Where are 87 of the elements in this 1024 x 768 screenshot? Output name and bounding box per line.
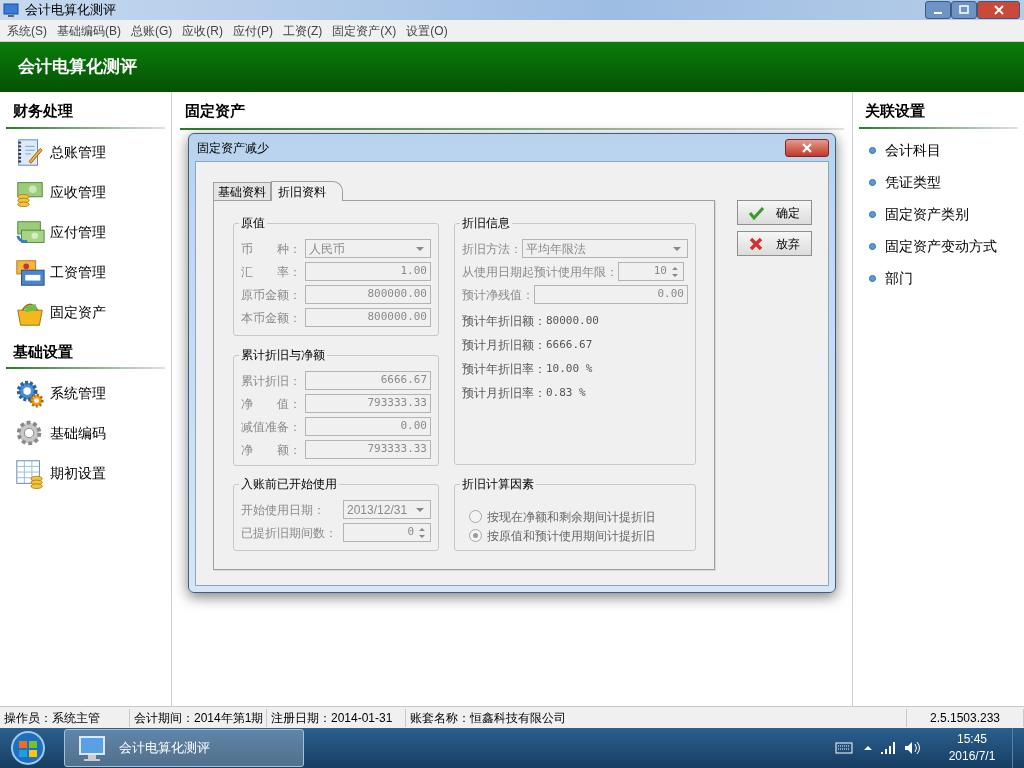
section-heading: 关联设置 [864,101,926,121]
dialog-button[interactable]: 确定 [737,200,812,225]
field-label: 已提折旧期间数： [241,524,338,542]
field-label: 预计月折旧率： [462,385,546,402]
radio-label: 按原值和预计使用期间计提折旧 [487,527,655,545]
start-button[interactable] [10,730,46,766]
group-title: 折旧信息 [460,216,512,231]
radio-label: 按现在净额和剩余期间计提折旧 [487,508,655,526]
menu-item[interactable]: 应收(R) [177,21,228,40]
field-label: 预计年折旧率： [462,361,546,378]
clock-date: 2016/7/1 [948,748,996,765]
menu-item[interactable]: 工资(Z) [278,21,328,40]
field-label: 币 种： [241,240,302,258]
field-value: 0.83 % [546,384,586,401]
nav-link[interactable]: 固定资产 [50,302,106,323]
field-label: 本币金额： [241,309,302,327]
group-title: 累计折旧与净额 [239,348,327,363]
status-text: 2.5.1503.233 [907,708,1024,727]
field-value: 6666.67 [546,336,593,353]
app-icon [3,2,19,18]
status-text: 注册日期：2014-01-31 [267,708,406,727]
nav-link[interactable]: 固定资产变动方式 [885,236,997,257]
clock-time: 15:45 [957,731,987,748]
cross-icon [748,235,764,252]
nav-link[interactable]: 固定资产类别 [885,204,969,225]
field-label: 汇 率： [241,263,302,281]
field-label: 预计净残值： [462,286,534,304]
tab[interactable]: 折旧资料 [271,181,343,201]
field-label: 从使用日期起预计使用年限： [462,263,618,281]
close-button[interactable] [977,1,1020,19]
field-value: 10.00 % [546,360,593,377]
close-button[interactable] [785,138,829,157]
group-title: 入账前已开始使用 [239,477,339,492]
menu-item[interactable]: 设置(O) [401,21,453,40]
status-text: 操作员：系统主管 [0,708,130,727]
monitor-icon [77,734,107,762]
nav-link[interactable]: 系统管理 [50,382,106,404]
window-title: 会计电算化测评 [25,1,116,20]
spinner-icon [670,264,680,279]
field-label: 累计折旧： [241,372,302,390]
dialog-title: 固定资产减少 [197,139,269,157]
section-heading: 基础设置 [12,341,74,362]
bullet-icon [869,211,876,218]
nav-link[interactable]: 总账管理 [50,142,106,163]
bullet-icon [869,179,876,186]
status-text: 账套名称：恒鑫科技有限公司 [406,708,907,727]
maximize-button[interactable] [951,1,977,19]
panel-heading: 固定资产 [184,101,246,121]
nav-link[interactable]: 期初设置 [50,462,106,484]
menu-item[interactable]: 总账(G) [126,21,178,40]
minimize-button[interactable] [925,1,951,19]
nav-link[interactable]: 基础编码 [50,422,106,444]
app-heading: 会计电算化测评 [18,56,137,79]
field-label: 开始使用日期： [241,501,326,519]
nav-link[interactable]: 工资管理 [50,262,106,283]
menu-item[interactable]: 应付(P) [228,21,278,40]
dialog-button[interactable]: 放弃 [737,231,812,256]
section-heading: 财务处理 [12,101,74,121]
group-title: 折旧计算因素 [460,477,536,492]
field-label: 减值准备： [241,418,302,436]
field-label: 折旧方法： [462,240,522,258]
field-label: 净 值： [241,395,302,413]
spinner-icon [417,525,427,540]
field-label: 原币金额： [241,286,302,304]
checkmark-icon [748,204,764,221]
menu-item[interactable]: 系统(S) [2,21,52,40]
nav-link[interactable]: 会计科目 [885,140,941,161]
nav-link[interactable]: 凭证类型 [885,172,941,193]
field-label: 预计月折旧额： [462,337,546,354]
menu-item[interactable]: 固定资产(X) [327,21,402,40]
nav-link[interactable]: 应收管理 [50,182,106,203]
bullet-icon [869,243,876,250]
nav-link[interactable]: 应付管理 [50,222,106,243]
tab[interactable]: 基础资料 [213,182,271,200]
field-label: 预计年折旧额： [462,313,546,330]
bullet-icon [869,147,876,154]
nav-link[interactable]: 部门 [885,268,913,289]
table-icon [14,457,46,489]
minimize-icon [934,12,942,14]
status-text: 会计期间：2014年第1期 [130,708,267,727]
caret-up-icon [864,746,872,750]
group-title: 原值 [239,216,267,231]
field-value: 80000.00 [546,312,599,329]
menu-item[interactable]: 基础编码(B) [52,21,126,40]
field-label: 净 额： [241,441,302,459]
taskbar-app-button[interactable]: 会计电算化测评 [64,729,304,767]
bullet-icon [869,275,876,282]
